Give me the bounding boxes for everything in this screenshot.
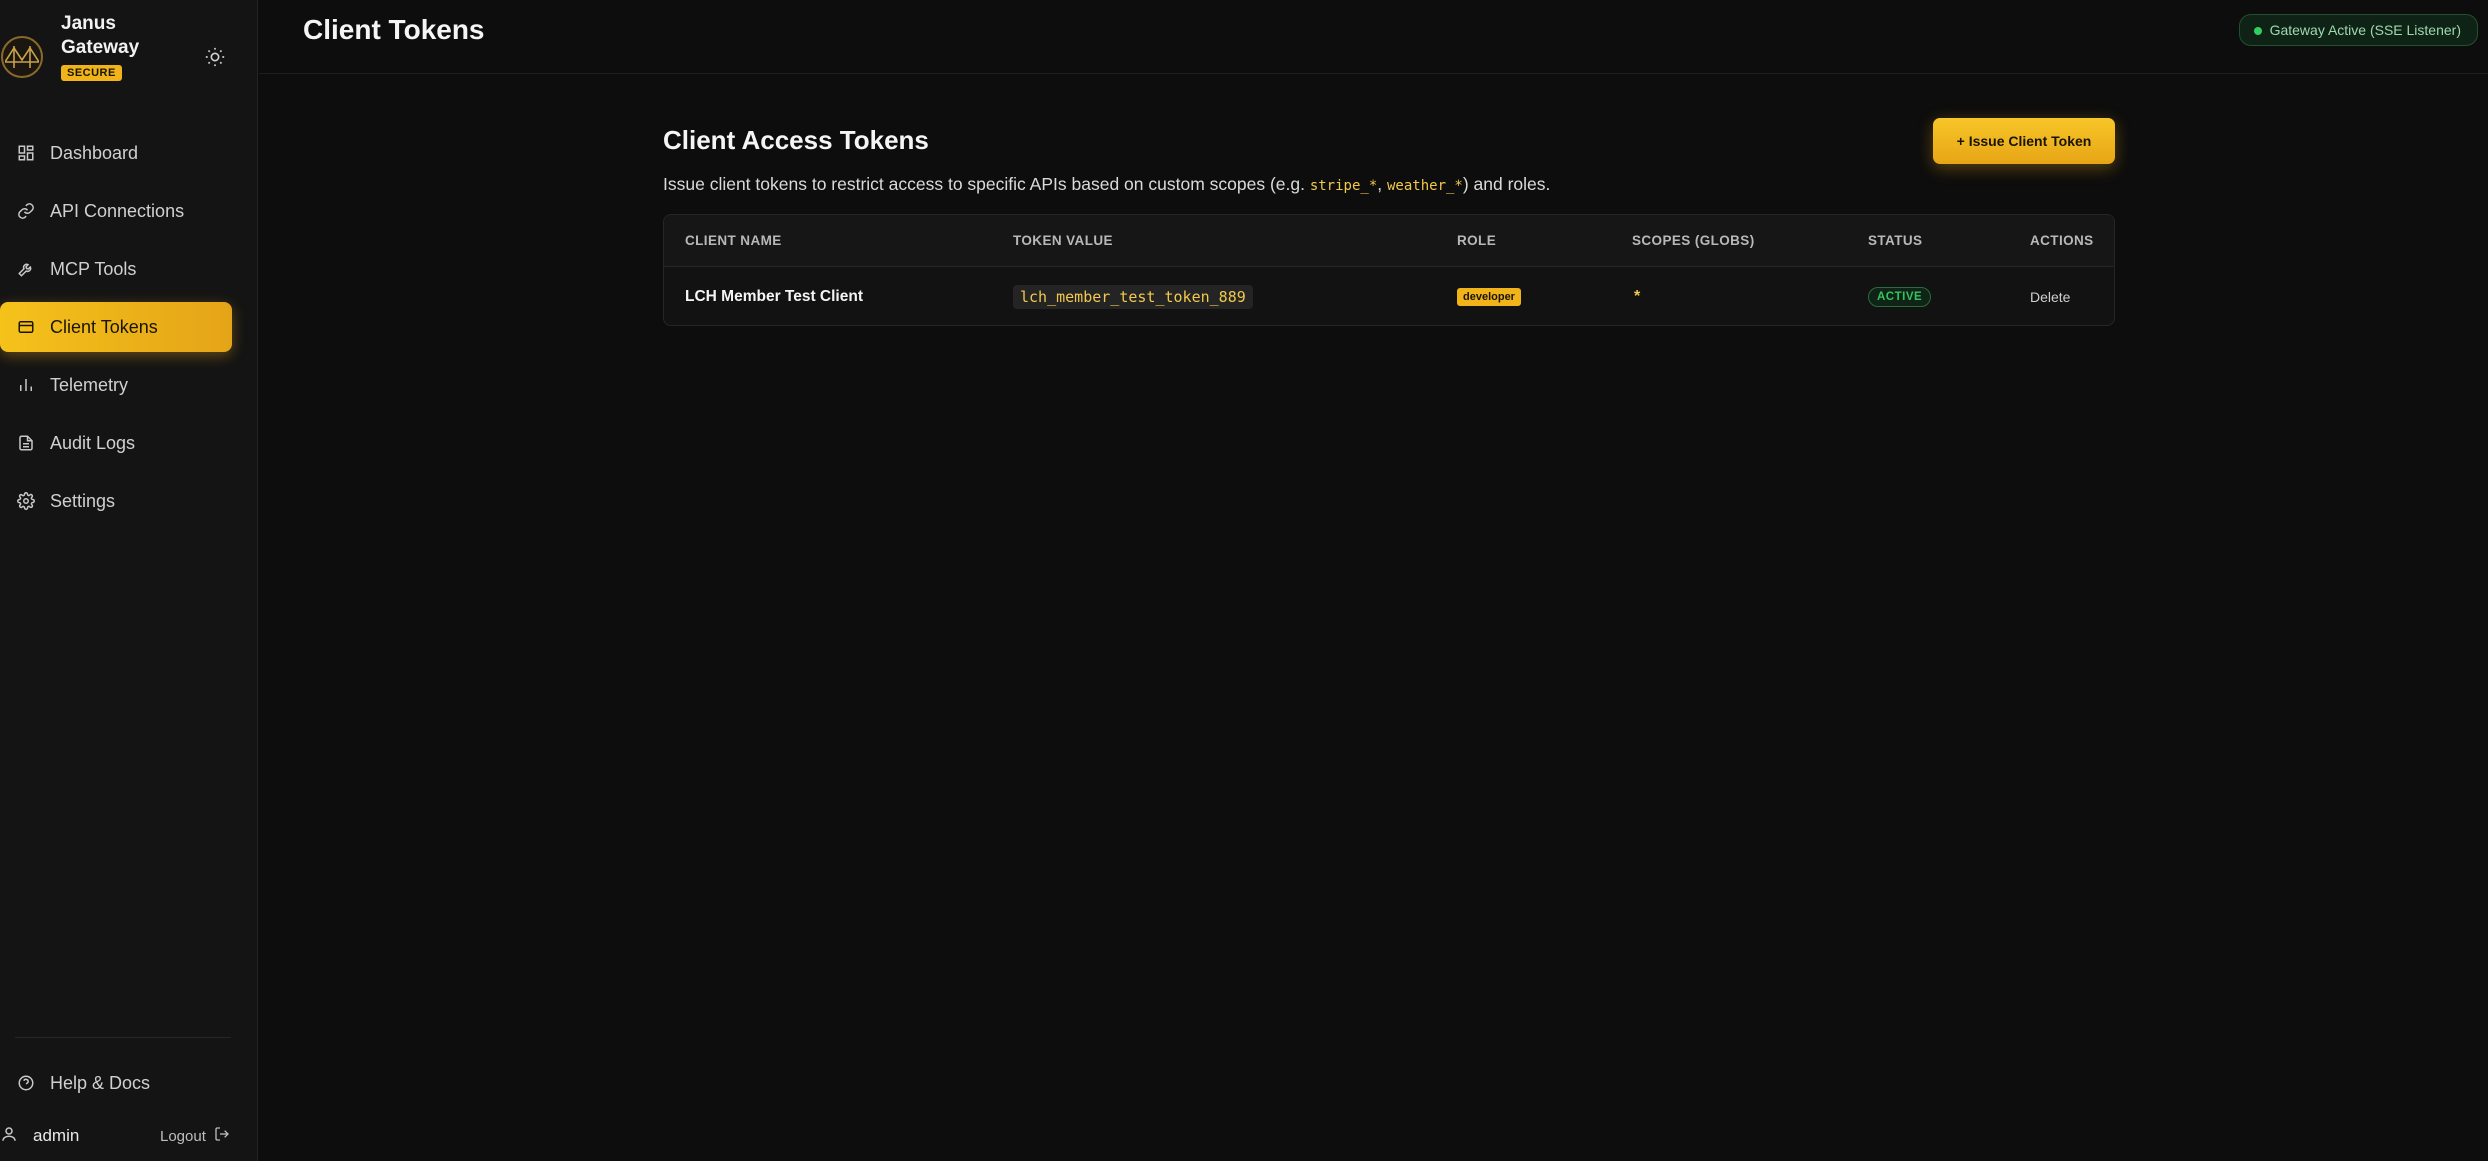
- scope-example-stripe: stripe_*: [1309, 178, 1378, 194]
- gateway-status-label: Gateway Active (SSE Listener): [2269, 22, 2461, 38]
- scope-glob: *: [1634, 288, 1641, 305]
- desc-suffix: ) and roles.: [1462, 174, 1551, 194]
- role-badge: developer: [1457, 288, 1521, 306]
- cell-scopes: *: [1634, 268, 1641, 325]
- credit-card-icon: [15, 316, 37, 338]
- client-tokens-table: CLIENT NAME TOKEN VALUE ROLE SCOPES (GLO…: [663, 214, 2115, 326]
- cell-client-name: LCH Member Test Client: [685, 268, 863, 325]
- logout-button[interactable]: Logout: [160, 1126, 230, 1146]
- column-header-role: ROLE: [1457, 233, 1497, 248]
- token-value: lch_member_test_token_889: [1013, 285, 1253, 309]
- cell-token-value: lch_member_test_token_889: [1013, 268, 1253, 325]
- bridge-logo-icon: [1, 36, 43, 78]
- column-header-token-value: TOKEN VALUE: [1013, 233, 1113, 248]
- section-description: Issue client tokens to restrict access t…: [663, 174, 1550, 195]
- column-header-status: STATUS: [1868, 233, 1923, 248]
- secure-badge: SECURE: [61, 65, 122, 81]
- column-header-client-name: CLIENT NAME: [685, 233, 782, 248]
- user-row: admin Logout: [0, 1120, 258, 1152]
- sidebar-item-label: Audit Logs: [50, 432, 136, 453]
- sidebar-item-settings[interactable]: Settings: [0, 476, 232, 526]
- page-title: Client Tokens: [303, 14, 485, 45]
- delete-token-button[interactable]: Delete: [2030, 289, 2070, 305]
- sidebar-item-label: Dashboard: [50, 142, 139, 163]
- gateway-status-badge: Gateway Active (SSE Listener): [2238, 14, 2478, 46]
- desc-separator: ,: [1377, 174, 1387, 194]
- wrench-icon: [15, 258, 37, 280]
- table-header: CLIENT NAME TOKEN VALUE ROLE SCOPES (GLO…: [664, 215, 2114, 267]
- desc-prefix: Issue client tokens to restrict access t…: [663, 174, 1310, 194]
- sidebar-item-dashboard[interactable]: Dashboard: [0, 128, 232, 178]
- scope-example-weather: weather_*: [1387, 178, 1463, 194]
- help-docs-label: Help & Docs: [50, 1072, 151, 1093]
- status-dot-icon: [2253, 27, 2262, 35]
- theme-toggle-button[interactable]: [200, 44, 230, 74]
- sidebar-item-api-connections[interactable]: API Connections: [0, 186, 232, 236]
- issue-client-token-button[interactable]: + Issue Client Token: [1933, 118, 2115, 164]
- dashboard-grid-icon: [15, 142, 37, 164]
- sidebar-item-mcp-tools[interactable]: MCP Tools: [0, 244, 232, 294]
- section-title: Client Access Tokens: [663, 125, 929, 155]
- sidebar-item-audit-logs[interactable]: Audit Logs: [0, 418, 232, 468]
- column-header-scopes: SCOPES (GLOBS): [1632, 233, 1755, 248]
- link-icon: [15, 200, 37, 222]
- table-row: LCH Member Test Client lch_member_test_t…: [664, 268, 2114, 325]
- sidebar-divider: [15, 1037, 231, 1038]
- sidebar-item-telemetry[interactable]: Telemetry: [0, 360, 232, 410]
- top-header: Client Tokens Gateway Active (SSE Listen…: [259, 0, 2488, 74]
- brand-name: Janus Gateway: [61, 13, 140, 58]
- sidebar-item-client-tokens[interactable]: Client Tokens: [0, 302, 232, 352]
- sidebar-item-label: API Connections: [50, 200, 185, 221]
- cell-role: developer: [1457, 268, 1521, 325]
- bar-chart-icon: [15, 374, 37, 396]
- sidebar: Janus Gateway SECURE Dashboard API Conne…: [0, 0, 258, 1161]
- cell-actions: Delete: [2030, 268, 2070, 325]
- user-name: admin: [33, 1126, 80, 1145]
- column-header-actions: ACTIONS: [2030, 233, 2094, 248]
- sidebar-item-label: Telemetry: [50, 374, 129, 395]
- sidebar-item-label: MCP Tools: [50, 258, 137, 279]
- brand: Janus Gateway SECURE: [0, 10, 258, 90]
- user-icon: [0, 1125, 20, 1145]
- sun-icon: [204, 46, 226, 73]
- logout-label: Logout: [160, 1127, 206, 1145]
- sidebar-item-label: Client Tokens: [50, 316, 158, 337]
- logout-icon: [214, 1126, 230, 1146]
- sidebar-item-label: Settings: [50, 490, 116, 511]
- client-name: LCH Member Test Client: [685, 288, 863, 305]
- document-icon: [15, 432, 37, 454]
- gear-icon: [15, 490, 37, 512]
- status-badge: ACTIVE: [1868, 287, 1932, 307]
- help-docs-link[interactable]: Help & Docs: [0, 1058, 232, 1108]
- cell-status: ACTIVE: [1868, 268, 1932, 325]
- help-circle-icon: [15, 1072, 37, 1094]
